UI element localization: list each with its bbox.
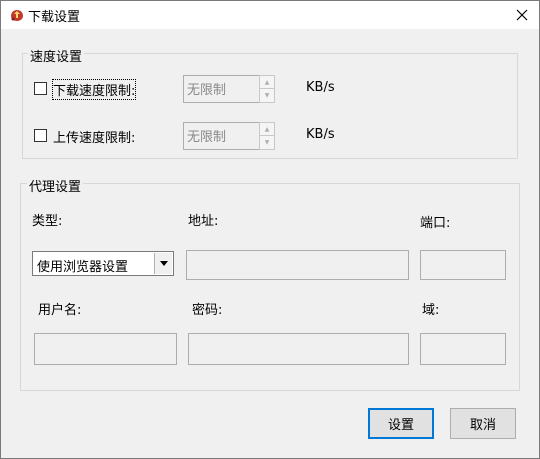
- download-unit-label: KB/s: [306, 80, 335, 95]
- download-limit-checkbox[interactable]: [34, 82, 47, 95]
- upload-limit-input[interactable]: 无限制: [183, 122, 260, 150]
- window-title: 下载设置: [28, 10, 81, 25]
- upload-limit-label: 上传速度限制:: [53, 131, 136, 146]
- close-button[interactable]: [505, 1, 539, 29]
- spin-up-icon[interactable]: ▲: [260, 123, 274, 136]
- proxy-port-input[interactable]: [420, 250, 506, 280]
- title-bar: 下载设置: [1, 1, 539, 29]
- proxy-username-label: 用户名:: [38, 303, 82, 318]
- proxy-password-label: 密码:: [192, 303, 223, 318]
- speed-settings-label: 速度设置: [28, 46, 85, 65]
- proxy-address-input[interactable]: [186, 250, 409, 280]
- upload-unit-label: KB/s: [306, 127, 335, 142]
- close-icon: [516, 9, 528, 21]
- proxy-type-value: 使用浏览器设置: [37, 260, 129, 275]
- download-settings-dialog: 下载设置 速度设置 下载速度限制: 无限制 ▲ ▼ KB/s 上传速度限制: 无…: [0, 0, 540, 459]
- spin-up-icon[interactable]: ▲: [260, 76, 274, 89]
- download-limit-spinner[interactable]: ▲ ▼: [259, 75, 275, 103]
- cancel-button[interactable]: 取消: [450, 408, 516, 439]
- upload-limit-checkbox[interactable]: [34, 129, 47, 142]
- proxy-domain-label: 域:: [422, 303, 440, 318]
- download-limit-input[interactable]: 无限制: [183, 75, 260, 103]
- dropdown-button[interactable]: [154, 253, 172, 274]
- chevron-down-icon: [159, 261, 168, 266]
- proxy-address-label: 地址:: [188, 214, 219, 229]
- download-limit-label[interactable]: 下载速度限制:: [51, 79, 137, 100]
- app-icon: [11, 10, 23, 21]
- proxy-type-select[interactable]: 使用浏览器设置: [32, 251, 174, 276]
- proxy-settings-label: 代理设置: [27, 176, 84, 195]
- spin-down-icon[interactable]: ▼: [260, 136, 274, 149]
- proxy-username-input[interactable]: [34, 333, 177, 365]
- proxy-port-label: 端口:: [420, 216, 451, 231]
- proxy-type-label: 类型:: [32, 214, 63, 229]
- proxy-password-input[interactable]: [188, 333, 409, 365]
- ok-button[interactable]: 设置: [368, 408, 434, 439]
- proxy-domain-input[interactable]: [420, 333, 506, 365]
- upload-limit-spinner[interactable]: ▲ ▼: [259, 122, 275, 150]
- spin-down-icon[interactable]: ▼: [260, 89, 274, 102]
